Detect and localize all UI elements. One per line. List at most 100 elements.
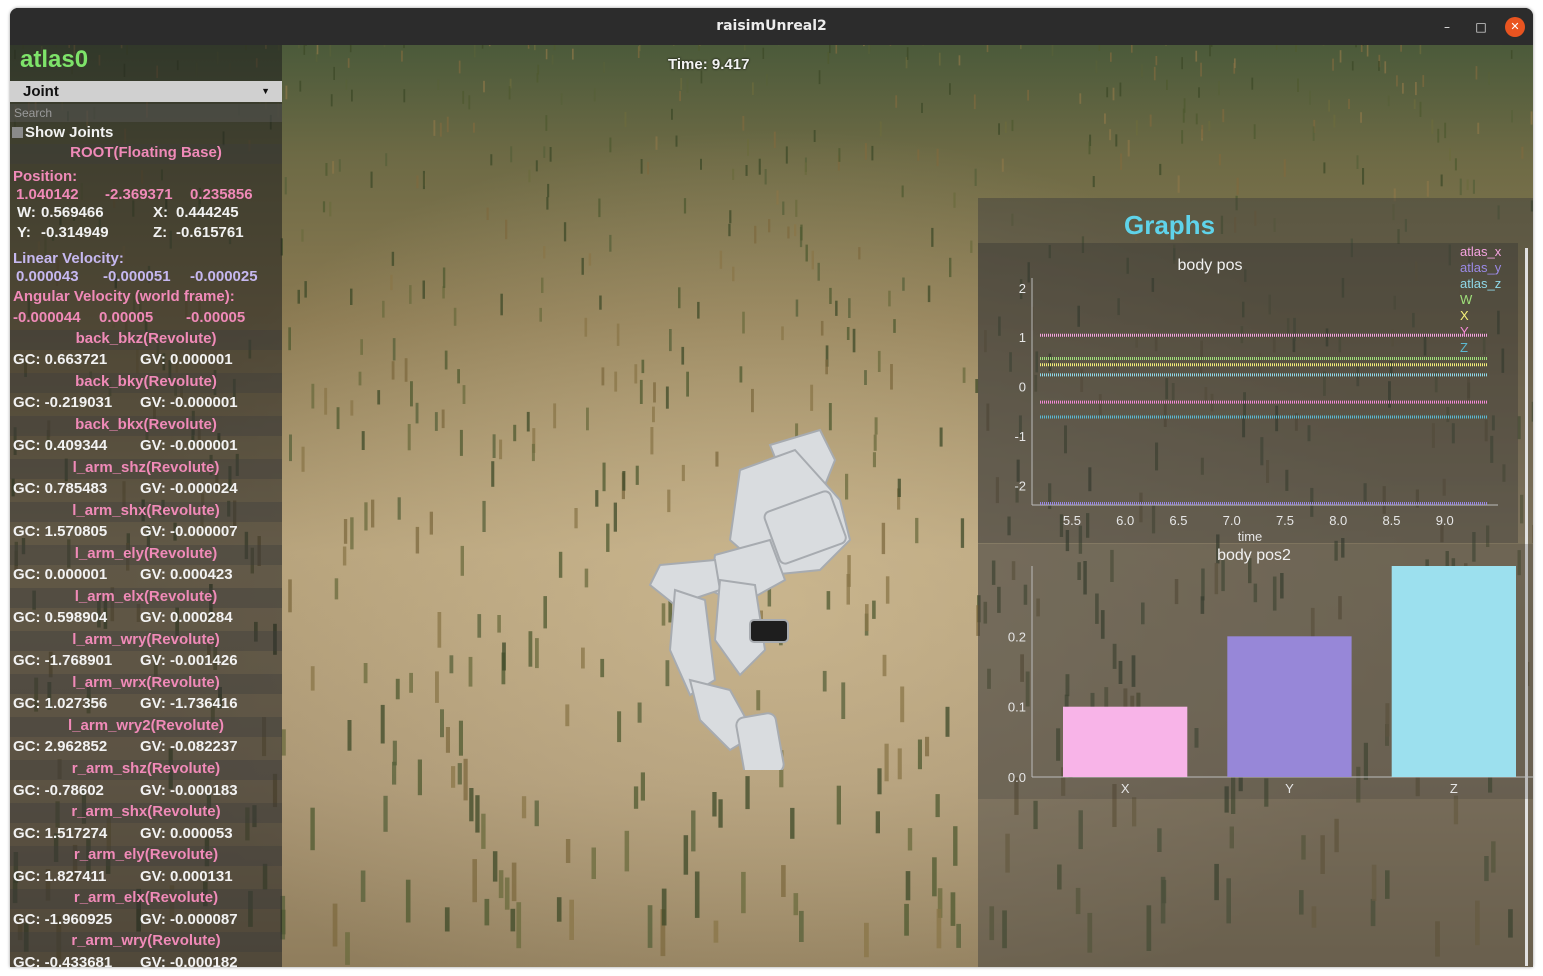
simulation-viewport[interactable]: Time: 9.417 atlas0 Joint ▼ Show Joints R…	[10, 45, 1533, 967]
y-tick-label: 1	[1019, 330, 1026, 345]
joint-values: GC: 0.598904 GV: 0.000284	[13, 609, 233, 626]
legend-entry: X	[1460, 308, 1469, 323]
quat-x-label: X:	[153, 204, 168, 221]
joint-header[interactable]: l_arm_shx(Revolute)	[10, 502, 282, 522]
quat-w-label: W:	[17, 204, 36, 221]
quat-y-value: -0.314949	[41, 224, 109, 241]
joint-dropdown[interactable]: Joint ▼	[10, 81, 282, 102]
position-y-value: -2.369371	[105, 186, 173, 203]
object-name: atlas0	[20, 46, 89, 73]
joint-header[interactable]: r_arm_ely(Revolute)	[10, 846, 282, 866]
position-x-value: 1.040142	[16, 186, 79, 203]
show-joints-checkbox[interactable]: Show Joints	[12, 124, 113, 141]
root-header[interactable]: ROOT(Floating Base)	[10, 144, 282, 164]
body-pos-line-chart[interactable]: body pos 2 1 0 -1 -2 5.5 6.0 6.5 7.0 7.5 8.0 8.5 9.0 t…	[978, 243, 1518, 543]
joint-values: GC: 0.409344 GV: -0.000001	[13, 437, 238, 454]
joint-gc: GC: 0.000001	[13, 566, 108, 583]
legend-entry: atlas_z	[1460, 276, 1501, 291]
joint-gv: GV: 0.000053	[140, 825, 233, 842]
joint-gc: GC: 2.962852	[13, 738, 108, 755]
x-tick-label: 5.5	[1063, 513, 1081, 528]
joint-header[interactable]: l_arm_wry2(Revolute)	[10, 717, 282, 737]
joint-values: GC: 1.570805 GV: -0.000007	[13, 523, 238, 540]
angular-velocity-y: 0.00005	[99, 309, 154, 326]
joint-values: GC: -1.768901 GV: -0.001426	[13, 652, 238, 669]
y-tick-label: -2	[1014, 478, 1026, 493]
x-tick-label: 8.5	[1382, 513, 1400, 528]
x-tick-label: 7.0	[1223, 513, 1241, 528]
quat-z-label: Z:	[153, 224, 168, 241]
joint-header[interactable]: r_arm_elx(Revolute)	[10, 889, 282, 909]
joint-gc: GC: -0.219031	[13, 394, 113, 411]
minimize-icon[interactable]: –	[1437, 17, 1457, 37]
search-input[interactable]	[10, 104, 282, 122]
joint-gv: GV: -0.000183	[140, 782, 238, 799]
title-bar[interactable]: raisimUnreal2 – □ ✕	[10, 8, 1533, 45]
linear-velocity-label: Linear Velocity:	[13, 250, 124, 267]
joint-header[interactable]: r_arm_wry(Revolute)	[10, 932, 282, 952]
inspector-panel: atlas0 Joint ▼ Show Joints ROOT(Floating…	[10, 45, 282, 967]
y-tick-label: 0.0	[1008, 770, 1026, 785]
joint-gv: GV: 0.000423	[140, 566, 233, 583]
joint-gc: GC: -1.768901	[13, 652, 113, 669]
quat-x-value: 0.444245	[176, 204, 239, 221]
joint-gc: GC: 0.663721	[13, 351, 108, 368]
joint-values: GC: -0.219031 GV: -0.000001	[13, 394, 238, 411]
joint-header[interactable]: back_bky(Revolute)	[10, 373, 282, 393]
x-axis-label: time	[1238, 529, 1263, 543]
joint-gv: GV: -0.000007	[140, 523, 238, 540]
quat-y-label: Y:	[17, 224, 31, 241]
x-tick-label: Y	[1285, 781, 1294, 796]
x-tick-label: 9.0	[1436, 513, 1454, 528]
legend-entry: atlas_x	[1460, 244, 1502, 259]
joint-values: GC: -0.433681 GV: -0.000182	[13, 954, 238, 967]
joint-values: GC: 0.000001 GV: 0.000423	[13, 566, 233, 583]
joint-gc: GC: 0.409344	[13, 437, 108, 454]
joint-values: GC: 0.663721 GV: 0.000001	[13, 351, 233, 368]
atlas-robot-model	[648, 428, 852, 770]
joint-dropdown-label: Joint	[23, 83, 59, 100]
joint-gv: GV: -0.082237	[140, 738, 238, 755]
joint-header[interactable]: l_arm_shz(Revolute)	[10, 459, 282, 479]
joint-gv: GV: -0.000087	[140, 911, 238, 928]
joint-values: GC: 2.962852 GV: -0.082237	[13, 738, 238, 755]
bar-Y	[1227, 636, 1352, 777]
checkbox-icon[interactable]	[12, 127, 23, 138]
joint-header[interactable]: r_arm_shz(Revolute)	[10, 760, 282, 780]
window-title: raisimUnreal2	[716, 18, 827, 34]
joint-header[interactable]: r_arm_shx(Revolute)	[10, 803, 282, 823]
close-icon[interactable]: ✕	[1505, 17, 1525, 37]
joint-header[interactable]: l_arm_ely(Revolute)	[10, 545, 282, 565]
linear-velocity-z: -0.000025	[190, 268, 258, 285]
maximize-icon[interactable]: □	[1471, 17, 1491, 37]
angular-velocity-label: Angular Velocity (world frame):	[13, 288, 235, 305]
joint-gc: GC: 0.785483	[13, 480, 108, 497]
joint-values: GC: 1.827411 GV: 0.000131	[13, 868, 233, 885]
position-label: Position:	[13, 168, 78, 185]
joint-header[interactable]: back_bkx(Revolute)	[10, 416, 282, 436]
y-tick-label: -1	[1014, 429, 1026, 444]
bar-Z	[1391, 566, 1516, 777]
joint-values: GC: 1.027356 GV: -1.736416	[13, 695, 238, 712]
joint-values: GC: -1.960925 GV: -0.000087	[13, 911, 238, 928]
quat-w-value: 0.569466	[41, 204, 104, 221]
graphs-panel: Graphs body pos 2 1 0 -1 -2 5.5 6.0 6.5 7.0 7.5 8.0…	[978, 198, 1533, 967]
joint-gc: GC: 1.570805	[13, 523, 108, 540]
joint-header[interactable]: back_bkz(Revolute)	[10, 330, 282, 350]
joint-header[interactable]: l_arm_wry(Revolute)	[10, 631, 282, 651]
app-window: raisimUnreal2 – □ ✕ Time: 9.417 atlas0 J…	[10, 8, 1533, 967]
linear-velocity-x: 0.000043	[16, 268, 79, 285]
joint-gc: GC: 0.598904	[13, 609, 108, 626]
x-tick-label: 7.5	[1276, 513, 1294, 528]
joint-gv: GV: -1.736416	[140, 695, 238, 712]
joint-gc: GC: -0.433681	[13, 954, 113, 967]
joint-gc: GC: 1.827411	[13, 868, 107, 885]
joint-header[interactable]: l_arm_wrx(Revolute)	[10, 674, 282, 694]
joint-gv: GV: -0.001426	[140, 652, 238, 669]
joint-gc: GC: -1.960925	[13, 911, 113, 928]
legend-entry: Y	[1460, 324, 1469, 339]
body-pos2-bar-chart[interactable]: body pos2 0.0 0.1 0.2 X Y Z	[978, 544, 1533, 799]
joint-gv: GV: 0.000131	[140, 868, 233, 885]
y-tick-label: 0.1	[1008, 700, 1026, 715]
joint-header[interactable]: l_arm_elx(Revolute)	[10, 588, 282, 608]
